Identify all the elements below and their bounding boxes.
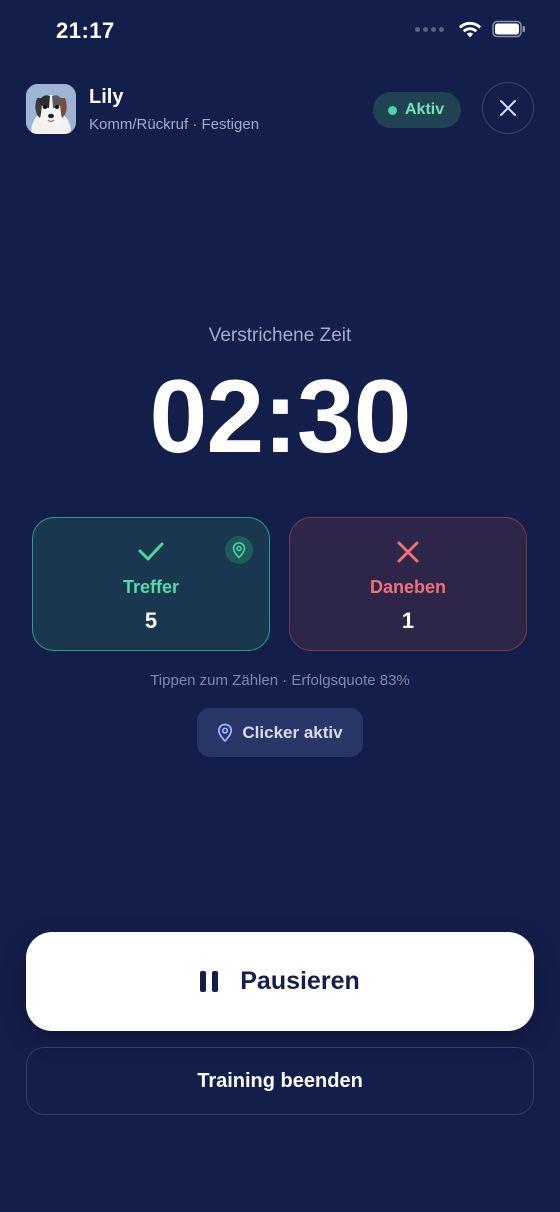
end-training-button[interactable]: Training beenden	[26, 1047, 534, 1115]
status-badge: Aktiv	[373, 92, 462, 128]
wifi-icon	[459, 21, 481, 38]
clicker-toggle[interactable]: Clicker aktiv	[197, 708, 363, 757]
cellular-signal-icon	[415, 26, 444, 32]
clicker-icon	[218, 723, 233, 742]
check-icon	[138, 542, 164, 561]
exercise-subtitle: Komm/Rückruf · Festigen	[89, 116, 260, 133]
miss-counter-value: 1	[401, 608, 415, 633]
dog-name: Lily	[89, 86, 124, 108]
hit-counter-value: 5	[144, 608, 158, 633]
session-header: Lily Komm/Rückruf · Festigen Aktiv	[26, 82, 534, 138]
status-icons	[415, 20, 526, 38]
clicker-label: Clicker aktiv	[242, 722, 343, 742]
location-pin-icon	[225, 536, 253, 564]
battery-icon	[492, 20, 525, 38]
hint-text: Tippen zum Zählen · Erfolgsquote 83%	[150, 672, 410, 689]
status-badge-label: Aktiv	[405, 101, 445, 118]
elapsed-time: 02:30	[149, 359, 412, 475]
x-icon	[397, 541, 419, 563]
hit-counter-button[interactable]: Treffer 5	[32, 517, 270, 651]
pause-icon	[200, 971, 219, 992]
miss-counter-button[interactable]: Daneben 1	[289, 517, 527, 651]
status-time: 21:17	[56, 18, 115, 43]
pause-button[interactable]: Pausieren	[26, 932, 534, 1031]
timer-label: Verstrichene Zeit	[208, 325, 352, 346]
hit-counter-label: Treffer	[122, 577, 180, 597]
close-icon	[500, 100, 516, 116]
end-training-label: Training beenden	[197, 1069, 363, 1092]
status-bar: 21:17	[0, 0, 560, 64]
pause-button-label: Pausieren	[240, 967, 360, 995]
miss-counter-label: Daneben	[369, 577, 447, 597]
close-button[interactable]	[482, 82, 534, 134]
dog-avatar	[26, 84, 76, 134]
status-dot-icon	[388, 105, 397, 115]
